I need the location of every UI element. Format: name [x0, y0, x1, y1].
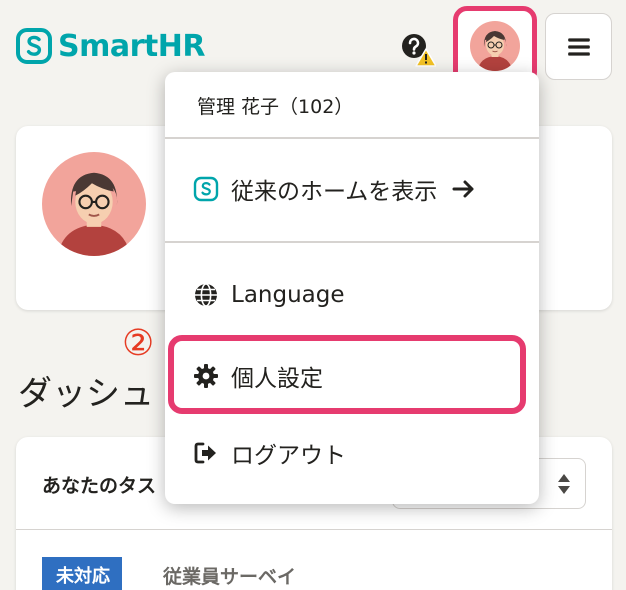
smarthr-logo-icon	[16, 28, 52, 64]
task-card-title: あなたのタス	[42, 475, 157, 497]
user-dropdown-menu: 管理 花子（102） 従来のホームを表示 Language 個人設定 ログアウト	[165, 72, 539, 504]
menu-item-personal-settings[interactable]: 個人設定	[193, 359, 323, 393]
menu-item-legacy-home[interactable]: 従来のホームを表示	[193, 172, 477, 206]
dropdown-divider	[165, 137, 539, 139]
smarthr-logo[interactable]: SmartHR	[16, 28, 205, 64]
dropdown-user-name: 管理 花子（102）	[197, 96, 354, 118]
hamburger-icon	[567, 37, 590, 56]
task-item-title[interactable]: 従業員サーベイ	[163, 562, 296, 589]
menu-item-label: ログアウト	[231, 443, 346, 469]
help-warning-icon	[402, 34, 437, 67]
gear-icon	[194, 364, 218, 388]
dashboard-title: ダッシュ	[18, 374, 154, 414]
menu-item-label: 従来のホームを表示	[231, 179, 438, 205]
arrow-right-icon	[452, 180, 474, 198]
help-button[interactable]	[400, 32, 437, 68]
hamburger-menu-button[interactable]	[545, 13, 612, 80]
menu-item-language[interactable]: Language	[193, 282, 345, 308]
logout-icon	[194, 442, 216, 464]
sort-arrows-icon	[558, 474, 570, 494]
annotation-step-2: ②	[122, 323, 155, 364]
avatar-icon	[470, 21, 520, 71]
status-badge: 未対応	[42, 557, 122, 590]
logo-text: SmartHR	[58, 28, 205, 64]
menu-item-label: 個人設定	[231, 366, 323, 392]
menu-item-logout[interactable]: ログアウト	[193, 436, 346, 470]
menu-item-label: Language	[231, 282, 345, 308]
dropdown-divider	[165, 241, 539, 243]
globe-icon	[195, 283, 217, 307]
task-divider	[16, 529, 612, 530]
smarthr-logo-icon	[193, 176, 219, 202]
profile-avatar-icon	[42, 152, 146, 256]
